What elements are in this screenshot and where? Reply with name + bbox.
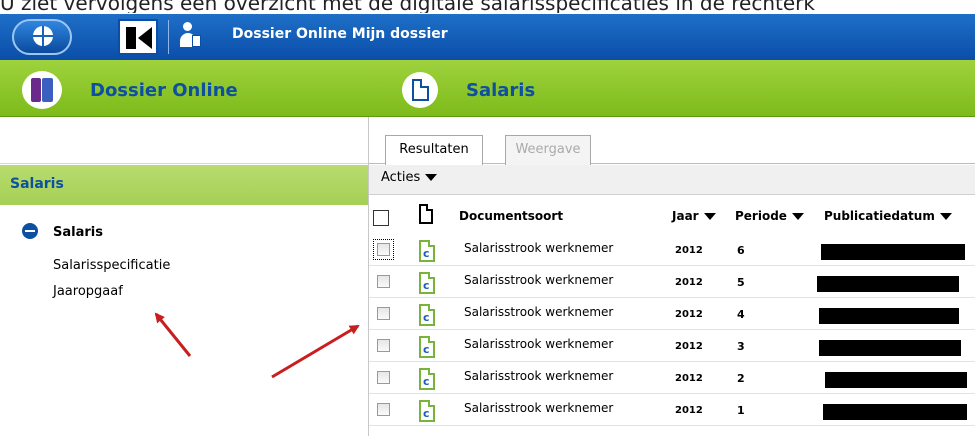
sidebar-spacer <box>0 118 368 164</box>
cell-jaar: 2012 <box>675 373 703 384</box>
redacted-date <box>821 244 965 260</box>
app-title: Dossier Online <box>90 80 238 101</box>
cell-jaar: 2012 <box>675 277 703 288</box>
redacted-date <box>819 340 961 356</box>
doc-c-icon[interactable]: c <box>419 368 435 390</box>
tab-resultaten[interactable]: Resultaten <box>385 135 483 165</box>
redacted-date <box>819 308 959 324</box>
app-header: Dossier Online Salaris <box>0 60 975 117</box>
tab-bar: Resultaten Weergave <box>369 118 975 165</box>
redacted-date <box>823 404 967 420</box>
table-row[interactable]: c Salarisstrook werknemer 2012 3 <box>369 330 975 362</box>
cell-periode: 1 <box>737 404 745 417</box>
table-row[interactable]: c Salarisstrook werknemer 2012 2 <box>369 362 975 394</box>
main-content: Resultaten Weergave Acties Documentsoort… <box>369 118 975 436</box>
column-documentsoort[interactable]: Documentsoort <box>459 209 563 223</box>
actions-menu[interactable]: Acties <box>381 170 438 185</box>
cell-jaar: 2012 <box>675 405 703 416</box>
collapse-icon[interactable] <box>22 223 38 239</box>
sidebar: Salaris Salaris Salarisspecificatie Jaar… <box>0 118 368 436</box>
document-type-icon <box>419 204 433 224</box>
cell-periode: 2 <box>737 372 745 385</box>
cell-documentsoort[interactable]: Salarisstrook werknemer <box>464 305 613 319</box>
doc-c-icon[interactable]: c <box>419 240 435 262</box>
actions-label: Acties <box>381 170 421 185</box>
dossier-books-icon <box>22 71 62 109</box>
table-row[interactable]: c Salarisstrook werknemer 2012 4 <box>369 298 975 330</box>
row-checkbox[interactable] <box>373 239 394 260</box>
caret-down-icon <box>425 174 438 181</box>
doc-c-icon[interactable]: c <box>419 400 435 422</box>
document-icon <box>402 72 438 108</box>
titlebar-separator <box>168 20 169 54</box>
cell-jaar: 2012 <box>675 245 703 256</box>
document-caption: U ziet vervolgens een overzicht met de d… <box>0 0 815 13</box>
cell-documentsoort[interactable]: Salarisstrook werknemer <box>464 241 613 255</box>
windows-start-icon <box>33 26 53 46</box>
cell-documentsoort[interactable]: Salarisstrook werknemer <box>464 401 613 415</box>
doc-c-icon[interactable]: c <box>419 304 435 326</box>
row-checkbox[interactable] <box>377 371 390 384</box>
caret-down-icon <box>791 213 804 220</box>
redacted-date <box>825 372 967 388</box>
cell-periode: 3 <box>737 340 745 353</box>
title-bar: Dossier Online Mijn dossier <box>0 14 975 60</box>
column-jaar[interactable]: Jaar <box>672 209 716 223</box>
redacted-date <box>817 276 959 292</box>
tree-item-jaaropgaaf[interactable]: Jaaropgaaf <box>53 284 123 299</box>
cell-periode: 4 <box>737 308 745 321</box>
select-all-checkbox[interactable] <box>373 210 389 226</box>
row-checkbox[interactable] <box>377 275 390 288</box>
user-icon <box>180 22 204 50</box>
cell-periode: 5 <box>737 276 745 289</box>
caret-down-icon <box>703 213 716 220</box>
tree-item-salarisspecificatie[interactable]: Salarisspecificatie <box>53 258 170 273</box>
cell-jaar: 2012 <box>675 309 703 320</box>
table-header: Documentsoort Jaar Periode Publicatiedat… <box>369 196 975 234</box>
column-publicatiedatum-label: Publicatiedatum <box>824 209 935 223</box>
column-periode[interactable]: Periode <box>735 209 804 223</box>
doc-c-icon[interactable]: c <box>419 272 435 294</box>
sidebar-heading-label: Salaris <box>10 176 64 192</box>
cell-documentsoort[interactable]: Salarisstrook werknemer <box>464 337 613 351</box>
cell-jaar: 2012 <box>675 341 703 352</box>
column-jaar-label: Jaar <box>672 209 699 223</box>
tree-root-salaris[interactable]: Salaris <box>53 225 103 240</box>
table-row[interactable]: c Salarisstrook werknemer 2012 1 <box>369 394 975 426</box>
actions-toolbar: Acties <box>369 165 975 195</box>
row-checkbox[interactable] <box>377 339 390 352</box>
column-publicatiedatum[interactable]: Publicatiedatum <box>824 209 952 223</box>
tab-weergave[interactable]: Weergave <box>505 135 591 165</box>
column-periode-label: Periode <box>735 209 787 223</box>
row-checkbox[interactable] <box>377 403 390 416</box>
section-title: Salaris <box>466 80 536 101</box>
cell-documentsoort[interactable]: Salarisstrook werknemer <box>464 273 613 287</box>
doc-c-icon[interactable]: c <box>419 336 435 358</box>
cell-documentsoort[interactable]: Salarisstrook werknemer <box>464 369 613 383</box>
cell-periode: 6 <box>737 244 745 257</box>
caret-down-icon <box>939 213 952 220</box>
row-checkbox[interactable] <box>377 307 390 320</box>
table-row[interactable]: c Salarisstrook werknemer 2012 6 <box>369 234 975 266</box>
windows-start-button[interactable] <box>12 19 72 55</box>
back-button[interactable] <box>118 19 158 55</box>
table-row[interactable]: c Salarisstrook werknemer 2012 5 <box>369 266 975 298</box>
sidebar-heading: Salaris <box>0 165 368 205</box>
window-title: Dossier Online Mijn dossier <box>232 26 448 42</box>
